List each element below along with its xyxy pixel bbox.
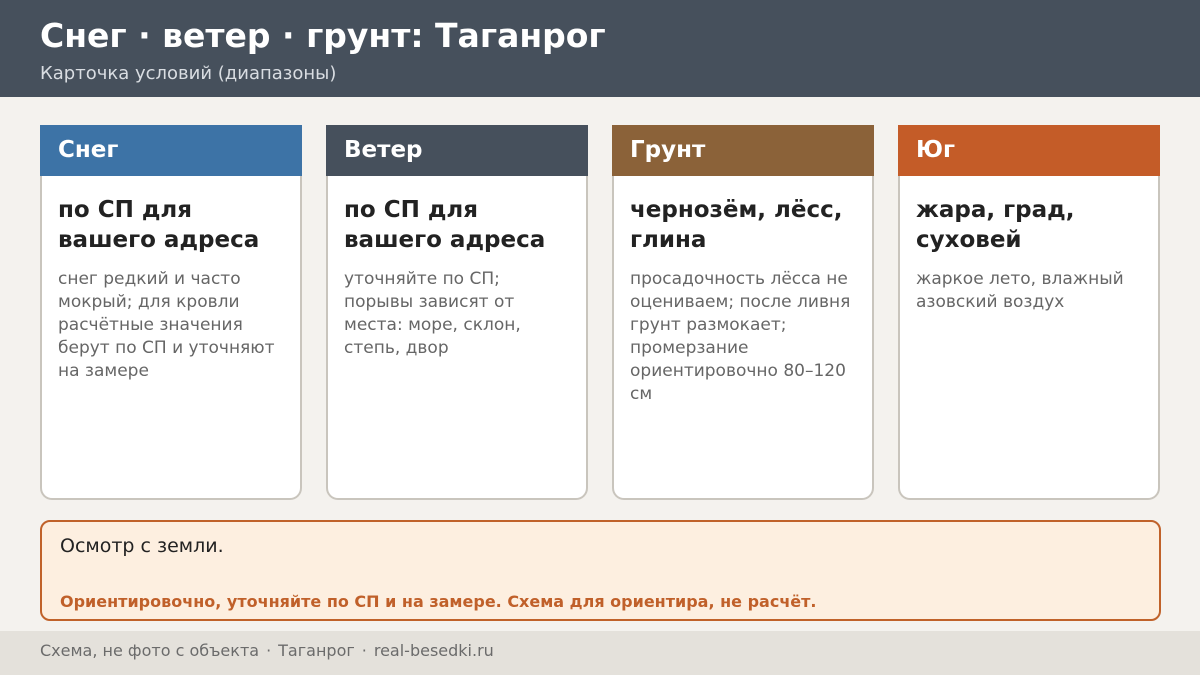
footer-separator: · xyxy=(266,641,272,660)
notice-box: Осмотр с земли. Ориентировочно, уточняйт… xyxy=(40,520,1161,621)
card-soil: Грунт чернозём, лёсс, глина просадочност… xyxy=(612,125,874,500)
footer-site-link[interactable]: real-besedki.ru xyxy=(374,641,494,660)
card-wind-header: Ветер xyxy=(326,125,588,176)
page-header: Снег · ветер · грунт: Таганрог Карточка … xyxy=(0,0,1200,97)
card-soil-value: чернозём, лёсс, глина xyxy=(630,197,843,253)
card-snow-header: Снег xyxy=(40,125,302,176)
card-wind: Ветер по СП для вашего адреса уточняйте … xyxy=(326,125,588,500)
card-south-value: жара, град, суховей xyxy=(916,197,1075,253)
footer-caption: Схема, не фото с объекта xyxy=(40,641,260,660)
page-footer: Схема, не фото с объекта · Таганрог · real-b… xyxy=(0,631,1200,675)
card-wind-note: уточняйте по СП; порывы зависят от места… xyxy=(344,269,521,358)
page-subtitle: Карточка условий (диапазоны) xyxy=(40,63,337,84)
footer-separator: · xyxy=(361,641,367,660)
notice-warning: Ориентировочно, уточняйте по СП и на зам… xyxy=(60,592,817,611)
card-snow-value: по СП для вашего адреса xyxy=(58,197,260,253)
page-title: Снег · ветер · грунт: Таганрог xyxy=(40,16,606,55)
card-south-note: жаркое лето, влажный азовский воздух xyxy=(916,269,1124,312)
notice-text: Осмотр с земли. xyxy=(60,535,224,557)
card-wind-value: по СП для вашего адреса xyxy=(344,197,546,253)
card-soil-header: Грунт xyxy=(612,125,874,176)
card-south-header: Юг xyxy=(898,125,1160,176)
card-snow: Снег по СП для вашего адреса снег редкий… xyxy=(40,125,302,500)
card-south: Юг жара, град, суховей жаркое лето, влаж… xyxy=(898,125,1160,500)
card-soil-note: просадочность лёсса не оцениваем; после … xyxy=(630,269,851,404)
footer-city: Таганрог xyxy=(278,641,355,660)
conditions-cards: Снег по СП для вашего адреса снег редкий… xyxy=(40,125,1161,500)
card-snow-note: снег редкий и часто мокрый; для кровли р… xyxy=(58,269,275,381)
